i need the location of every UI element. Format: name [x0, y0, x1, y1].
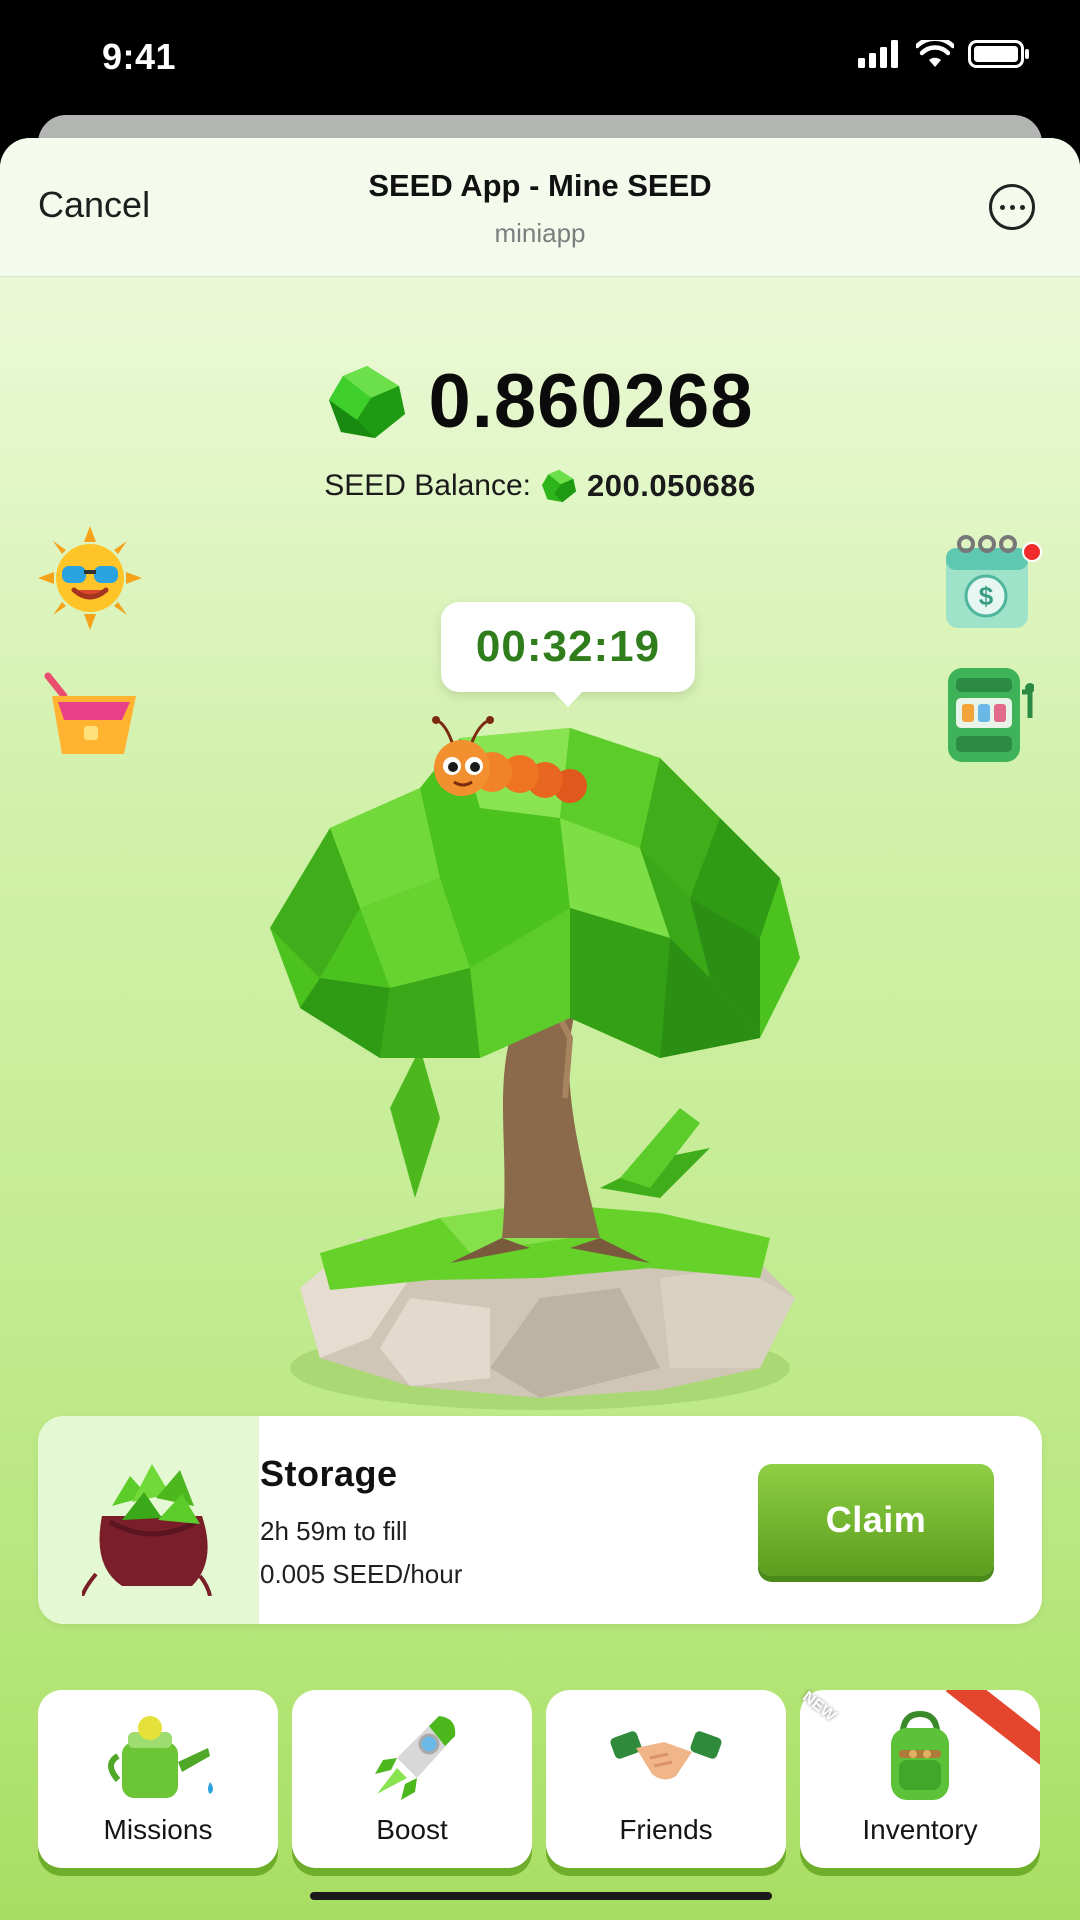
nav-friends[interactable]: Friends — [546, 1690, 786, 1868]
balance-row: SEED Balance: 200.050686 — [0, 468, 1080, 504]
seed-gem-small-icon — [542, 469, 576, 503]
watering-can-icon — [108, 1716, 213, 1798]
app-sheet: Cancel SEED App - Mine SEED miniapp 0.86… — [0, 138, 1080, 1920]
calendar-coin-icon[interactable]: $ — [942, 528, 1042, 637]
sun-sunglasses-icon[interactable] — [38, 526, 142, 635]
mined-amount: 0.860268 — [428, 359, 754, 444]
mined-amount-row: 0.860268 — [0, 358, 1080, 445]
page-subtitle: miniapp — [494, 218, 586, 248]
more-dot — [999, 204, 1005, 210]
slot-machine-icon[interactable] — [942, 662, 1035, 771]
wifi-icon — [916, 40, 954, 67]
tree-illustration[interactable] — [240, 678, 840, 1438]
nav-missions[interactable]: Missions — [38, 1690, 278, 1868]
nav-missions-label: Missions — [103, 1814, 213, 1845]
nav-boost[interactable]: Boost — [292, 1690, 532, 1868]
seed-gem-icon — [328, 365, 405, 438]
nav-friends-label: Friends — [619, 1814, 713, 1845]
nav-inventory[interactable]: Inventory — [800, 1690, 1040, 1868]
shopping-basket-icon[interactable] — [38, 666, 142, 767]
status-bar: 9:41 — [0, 0, 1080, 115]
seed-bag-icon — [82, 1464, 212, 1596]
storage-title: Storage — [260, 1453, 398, 1494]
more-dot — [1009, 204, 1015, 210]
backpack-icon — [891, 1710, 949, 1800]
storage-rate: 0.005 SEED/hour — [260, 1559, 463, 1589]
header: Cancel SEED App - Mine SEED miniapp — [0, 138, 1080, 277]
storage-card: Storage 2h 59m to fill 0.005 SEED/hour C… — [38, 1416, 1042, 1624]
storage-time-to-fill: 2h 59m to fill — [260, 1516, 408, 1546]
status-time: 9:41 — [102, 36, 177, 77]
handshake-icon — [610, 1731, 722, 1780]
svg-text:$: $ — [979, 581, 994, 611]
more-options-button[interactable] — [989, 184, 1035, 230]
nav-inventory-label: Inventory — [862, 1814, 978, 1845]
mining-timer: 00:32:19 — [441, 602, 695, 707]
claim-button[interactable]: Claim — [758, 1464, 994, 1576]
balance-label: SEED Balance: — [324, 469, 531, 502]
cellular-signal-icon — [858, 40, 898, 68]
more-dot — [1019, 204, 1025, 210]
nav-boost-label: Boost — [376, 1814, 448, 1845]
battery-icon — [968, 40, 1029, 68]
balance-value: 200.050686 — [587, 468, 756, 503]
rocket-icon — [375, 1716, 456, 1800]
page-title: SEED App - Mine SEED — [368, 168, 712, 203]
status-icons — [858, 40, 1030, 68]
home-indicator — [310, 1892, 772, 1900]
